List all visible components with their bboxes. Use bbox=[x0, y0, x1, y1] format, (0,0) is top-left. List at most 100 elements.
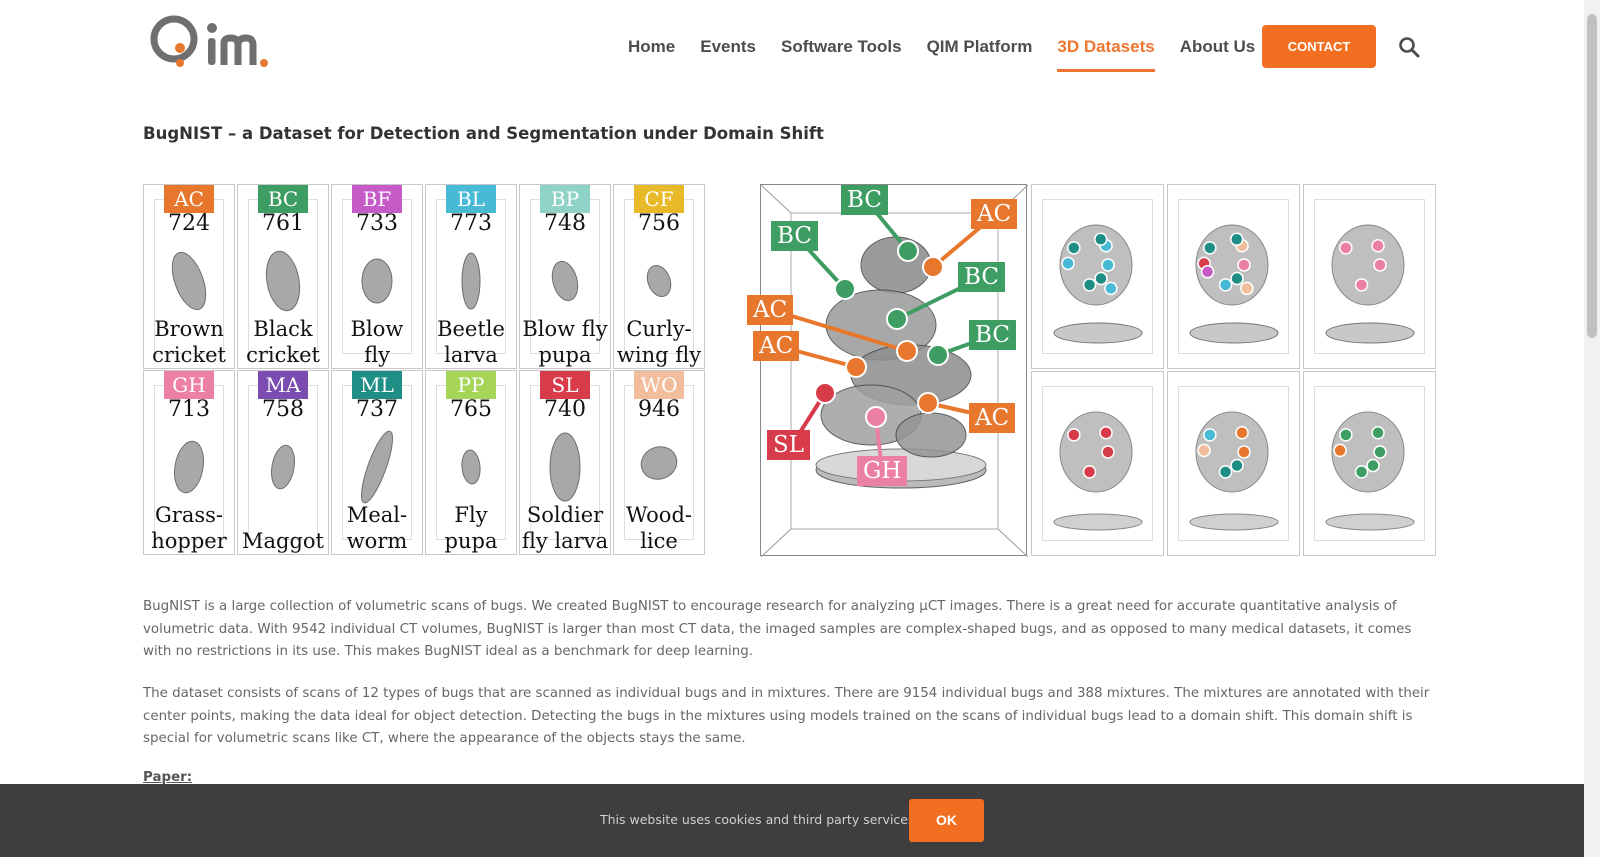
species-code-badge: PP bbox=[446, 371, 496, 399]
species-name-line1: Fly bbox=[454, 503, 488, 527]
nav-home[interactable]: Home bbox=[628, 24, 675, 70]
cookie-ok-button[interactable]: OK bbox=[909, 799, 984, 842]
nav-3d-datasets[interactable]: 3D Datasets bbox=[1057, 24, 1156, 72]
mixture-scene-small bbox=[1167, 184, 1300, 369]
species-count: 946 bbox=[638, 397, 680, 422]
species-code-badge: BP bbox=[540, 185, 590, 213]
annotation-dot bbox=[1229, 232, 1244, 247]
bug-scan-image bbox=[265, 250, 301, 312]
cookie-bar: This website uses cookies and third part… bbox=[0, 784, 1584, 857]
species-tile: CF 756 Curly-wing fly bbox=[613, 184, 705, 369]
nav-about-us[interactable]: About Us bbox=[1180, 24, 1256, 70]
species-name: Grass-hopper bbox=[144, 502, 234, 554]
bug-scan-image bbox=[171, 251, 207, 311]
mixture-scene-small bbox=[1031, 184, 1164, 369]
scroll-thumb[interactable] bbox=[1587, 14, 1597, 338]
species-code-badge: MA bbox=[258, 371, 308, 399]
mixture-scene-render bbox=[1325, 224, 1415, 344]
annotation-dot bbox=[1099, 425, 1113, 440]
bug-scan-image bbox=[361, 258, 393, 304]
mixture-scene-render bbox=[1053, 224, 1143, 344]
species-tile: WO 946 Wood-lice bbox=[613, 370, 705, 555]
annotation-dot bbox=[1218, 465, 1233, 479]
qim-logo[interactable] bbox=[146, 12, 280, 68]
annotation-dot bbox=[1094, 271, 1108, 286]
species-name-line2: pupa bbox=[538, 343, 592, 367]
bug-scan-image bbox=[173, 440, 205, 494]
annotation-dot bbox=[1218, 278, 1233, 292]
species-name-line1: Maggot bbox=[242, 529, 324, 553]
callout-label: AC bbox=[971, 199, 1018, 229]
contact-button[interactable]: CONTACT bbox=[1262, 25, 1376, 68]
callout-marker-dot bbox=[845, 356, 867, 378]
bug-scan-image bbox=[640, 446, 678, 480]
species-tile: BL 773 Beetle larva bbox=[425, 184, 517, 369]
species-name-line2: cricket bbox=[246, 343, 320, 367]
cookie-text: This website uses cookies and third part… bbox=[600, 812, 919, 827]
page-title: BugNIST – a Dataset for Detection and Se… bbox=[143, 124, 824, 143]
annotation-dot bbox=[1082, 278, 1097, 292]
bug-scan-image bbox=[461, 252, 481, 310]
species-name-line1: Blow fly bbox=[522, 317, 608, 341]
bug-scan-image bbox=[461, 449, 481, 485]
mixture-scene-render bbox=[1325, 411, 1415, 531]
species-tile: SL 740 Soldier fly larva bbox=[519, 370, 611, 555]
search-icon[interactable] bbox=[1398, 36, 1420, 58]
annotation-dot bbox=[1104, 281, 1118, 296]
mixture-scene-render bbox=[1189, 411, 1279, 531]
nav-events[interactable]: Events bbox=[700, 24, 756, 70]
paper-label: Paper: bbox=[143, 770, 193, 785]
species-count: 713 bbox=[168, 397, 210, 422]
callout-label: AC bbox=[753, 331, 800, 361]
annotation-dot bbox=[1237, 445, 1251, 459]
nav-qim-platform[interactable]: QIM Platform bbox=[927, 24, 1033, 70]
callout-label: AC bbox=[747, 295, 794, 325]
annotation-dot bbox=[1371, 425, 1385, 440]
species-name-line2: larva bbox=[444, 343, 498, 367]
nav-software-tools[interactable]: Software Tools bbox=[781, 24, 902, 70]
annotation-dot bbox=[1067, 241, 1081, 255]
species-tile: GH 713 Grass-hopper bbox=[143, 370, 235, 555]
species-name-line2: fly larva bbox=[521, 529, 609, 553]
annotation-dot bbox=[1061, 256, 1075, 271]
bug-scan-image bbox=[551, 260, 579, 302]
species-code-badge: CF bbox=[634, 185, 684, 213]
species-name: Blow fly pupa bbox=[520, 316, 610, 368]
species-code-badge: BL bbox=[446, 185, 496, 213]
species-code-badge: WO bbox=[634, 371, 684, 399]
bug-scan-image bbox=[646, 265, 672, 297]
annotation-dot bbox=[1197, 443, 1211, 458]
species-code-badge: BF bbox=[352, 185, 402, 213]
callout-label: GH bbox=[857, 456, 908, 486]
species-count: 765 bbox=[450, 397, 492, 422]
annotation-dot bbox=[1373, 445, 1387, 459]
species-tile: BP 748 Blow fly pupa bbox=[519, 184, 611, 369]
annotation-dot bbox=[1333, 443, 1347, 458]
mixture-scene-small bbox=[1167, 371, 1300, 556]
species-count: 737 bbox=[356, 397, 398, 422]
species-name-line1: Beetle bbox=[437, 317, 505, 341]
species-count: 740 bbox=[544, 397, 586, 422]
species-tile: BF 733 Blow fly bbox=[331, 184, 423, 369]
annotation-dot bbox=[1230, 271, 1244, 286]
callout-label: SL bbox=[767, 430, 811, 460]
species-code-badge: SL bbox=[540, 371, 590, 399]
callout-marker-dot bbox=[865, 406, 887, 428]
annotation-dot bbox=[1235, 425, 1249, 440]
annotation-dot bbox=[1240, 281, 1254, 296]
species-count: 773 bbox=[450, 211, 492, 236]
species-name-line1: Soldier bbox=[526, 503, 604, 527]
scrollbar[interactable] bbox=[1584, 0, 1600, 857]
species-count: 758 bbox=[262, 397, 304, 422]
species-name: Fly pupa bbox=[426, 502, 516, 554]
species-name: Meal-worm bbox=[332, 502, 422, 554]
callout-marker-dot bbox=[814, 382, 836, 404]
species-count: 748 bbox=[544, 211, 586, 236]
species-name: Brown cricket bbox=[144, 316, 234, 368]
annotation-dot bbox=[1237, 258, 1251, 272]
species-name-line1: Brown bbox=[154, 317, 224, 341]
species-name-line1: Meal- bbox=[346, 503, 408, 527]
species-name: Blow fly bbox=[332, 316, 422, 368]
species-code-badge: ML bbox=[352, 371, 402, 399]
species-code-badge: AC bbox=[164, 185, 214, 213]
